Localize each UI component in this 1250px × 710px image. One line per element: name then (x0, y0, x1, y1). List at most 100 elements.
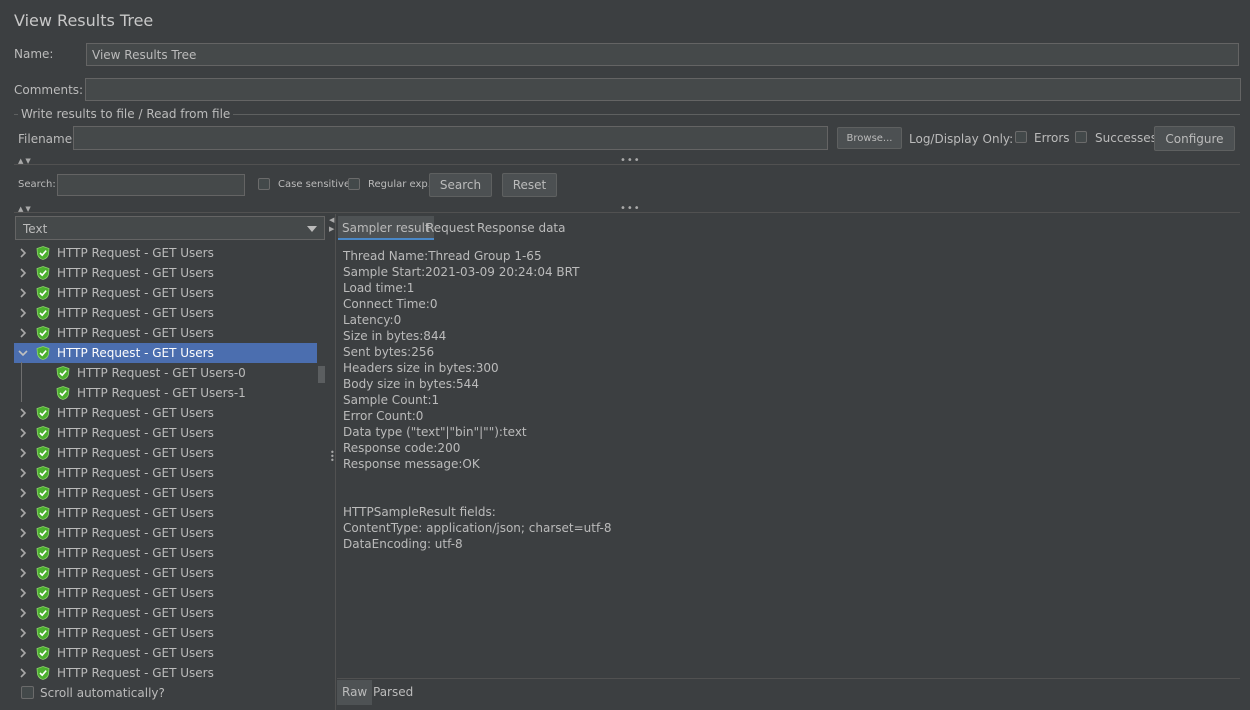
tab-parsed[interactable]: Parsed (373, 680, 413, 705)
green-shield-check-icon (36, 586, 50, 600)
regex-label: Regular exp. (368, 179, 431, 190)
chevron-right-icon[interactable] (18, 246, 28, 260)
browse-button[interactable]: Browse... (837, 127, 902, 149)
green-shield-check-icon (36, 466, 50, 480)
tree-item[interactable]: HTTP Request - GET Users (14, 583, 317, 603)
tree-item[interactable]: HTTP Request - GET Users (14, 403, 317, 423)
chevron-right-icon[interactable] (18, 586, 28, 600)
sampler-result-line: Size in bytes:844 (343, 329, 447, 343)
chevron-right-icon[interactable] (18, 426, 28, 440)
tree-child-item[interactable]: HTTP Request - GET Users-1 (14, 383, 317, 403)
tree-item-label: HTTP Request - GET Users (57, 406, 214, 420)
chevron-right-icon[interactable] (18, 286, 28, 300)
log-display-label: Log/Display Only: (909, 132, 1014, 146)
sampler-result-line: Sample Start:2021-03-09 20:24:04 BRT (343, 265, 580, 279)
tree-item[interactable]: HTTP Request - GET Users (14, 423, 317, 443)
tree-item[interactable]: HTTP Request - GET Users (14, 483, 317, 503)
chevron-down-icon[interactable] (18, 346, 28, 360)
tree-item-label: HTTP Request - GET Users (57, 246, 214, 260)
green-shield-check-icon (56, 386, 70, 400)
tree-item-label: HTTP Request - GET Users (57, 346, 214, 360)
green-shield-check-icon (36, 546, 50, 560)
tree-item[interactable]: HTTP Request - GET Users (14, 343, 317, 363)
tree-item[interactable]: HTTP Request - GET Users (14, 663, 317, 683)
chevron-right-icon[interactable] (18, 626, 28, 640)
tree-item[interactable]: HTTP Request - GET Users (14, 503, 317, 523)
chevron-right-icon[interactable] (18, 606, 28, 620)
tree-item-label: HTTP Request - GET Users-1 (77, 386, 246, 400)
sampler-result-line: DataEncoding: utf-8 (343, 537, 463, 551)
chevron-right-icon[interactable] (18, 406, 28, 420)
scroll-auto-checkbox[interactable] (21, 686, 34, 699)
chevron-right-icon[interactable] (18, 306, 28, 320)
chevron-right-icon[interactable] (18, 566, 28, 580)
chevron-right-icon[interactable] (18, 646, 28, 660)
tree-item[interactable]: HTTP Request - GET Users (14, 443, 317, 463)
chevron-right-icon[interactable] (18, 506, 28, 520)
scroll-auto-label: Scroll automatically? (40, 686, 165, 700)
tree-item[interactable]: HTTP Request - GET Users (14, 463, 317, 483)
splitter-grip-icon[interactable]: ••• (620, 156, 641, 166)
tab-request[interactable]: Request (426, 216, 475, 240)
configure-button[interactable]: Configure (1154, 126, 1235, 151)
errors-checkbox[interactable] (1015, 131, 1027, 143)
chevron-right-icon[interactable] (18, 466, 28, 480)
sampler-result-line: Sample Count:1 (343, 393, 440, 407)
regex-checkbox[interactable] (348, 178, 360, 190)
sampler-result-line: Thread Name:Thread Group 1-65 (343, 249, 542, 263)
tree-item[interactable]: HTTP Request - GET Users (14, 603, 317, 623)
sampler-result-line: ContentType: application/json; charset=u… (343, 521, 612, 535)
results-tree[interactable]: HTTP Request - GET Users HTTP Request - G… (0, 0, 330, 710)
chevron-right-icon[interactable] (18, 666, 28, 680)
tree-item[interactable]: HTTP Request - GET Users (14, 623, 317, 643)
chevron-right-icon[interactable] (18, 486, 28, 500)
reset-button[interactable]: Reset (502, 173, 557, 197)
tree-item-label: HTTP Request - GET Users (57, 306, 214, 320)
green-shield-check-icon (36, 286, 50, 300)
green-shield-check-icon (36, 326, 50, 340)
tab-sampler-result[interactable]: Sampler result (338, 216, 434, 240)
chevron-right-icon[interactable] (18, 326, 28, 340)
successes-checkbox[interactable] (1075, 131, 1087, 143)
tree-item[interactable]: HTTP Request - GET Users (14, 303, 317, 323)
sampler-result-text-area[interactable]: Thread Name:Thread Group 1-65 Sample Star… (337, 240, 1240, 678)
green-shield-check-icon (36, 306, 50, 320)
tree-item[interactable]: HTTP Request - GET Users (14, 263, 317, 283)
tree-item-label: HTTP Request - GET Users (57, 526, 214, 540)
tree-item[interactable]: HTTP Request - GET Users (14, 643, 317, 663)
splitter-arrows-icon[interactable]: ◀ ▶ (329, 216, 334, 234)
search-button[interactable]: Search (429, 173, 492, 197)
green-shield-check-icon (36, 446, 50, 460)
tree-item[interactable]: HTTP Request - GET Users (14, 243, 317, 263)
tree-item[interactable]: HTTP Request - GET Users (14, 563, 317, 583)
chevron-right-icon[interactable] (18, 266, 28, 280)
tree-item-label: HTTP Request - GET Users (57, 466, 214, 480)
tree-scrollbar-thumb[interactable] (318, 366, 325, 383)
tree-item[interactable]: HTTP Request - GET Users (14, 323, 317, 343)
tab-response-data[interactable]: Response data (477, 216, 565, 240)
tree-item[interactable]: HTTP Request - GET Users (14, 523, 317, 543)
green-shield-check-icon (36, 346, 50, 360)
successes-label: Successes (1095, 131, 1157, 145)
tab-raw[interactable]: Raw (337, 680, 373, 705)
green-shield-check-icon (56, 366, 70, 380)
chevron-right-icon[interactable] (18, 546, 28, 560)
tree-item-label: HTTP Request - GET Users (57, 546, 214, 560)
tree-item[interactable]: HTTP Request - GET Users (14, 543, 317, 563)
splitter-grip-icon[interactable]: ••• (330, 449, 335, 465)
bottom-tabs-divider (337, 678, 1240, 679)
splitter-grip-icon[interactable]: ••• (620, 204, 641, 214)
chevron-right-icon[interactable] (18, 446, 28, 460)
vertical-splitter[interactable]: ◀ ▶ • • • (328, 214, 336, 710)
sampler-result-line: Latency:0 (343, 313, 402, 327)
tree-child-item[interactable]: HTTP Request - GET Users-0 (14, 363, 317, 383)
tree-item[interactable]: HTTP Request - GET Users (14, 283, 317, 303)
tree-item-label: HTTP Request - GET Users-0 (77, 366, 246, 380)
errors-label: Errors (1034, 131, 1070, 145)
tree-item-label: HTTP Request - GET Users (57, 566, 214, 580)
tree-item-label: HTTP Request - GET Users (57, 426, 214, 440)
chevron-right-icon[interactable] (18, 526, 28, 540)
green-shield-check-icon (36, 626, 50, 640)
tree-item-label: HTTP Request - GET Users (57, 646, 214, 660)
sampler-result-line: Headers size in bytes:300 (343, 361, 499, 375)
